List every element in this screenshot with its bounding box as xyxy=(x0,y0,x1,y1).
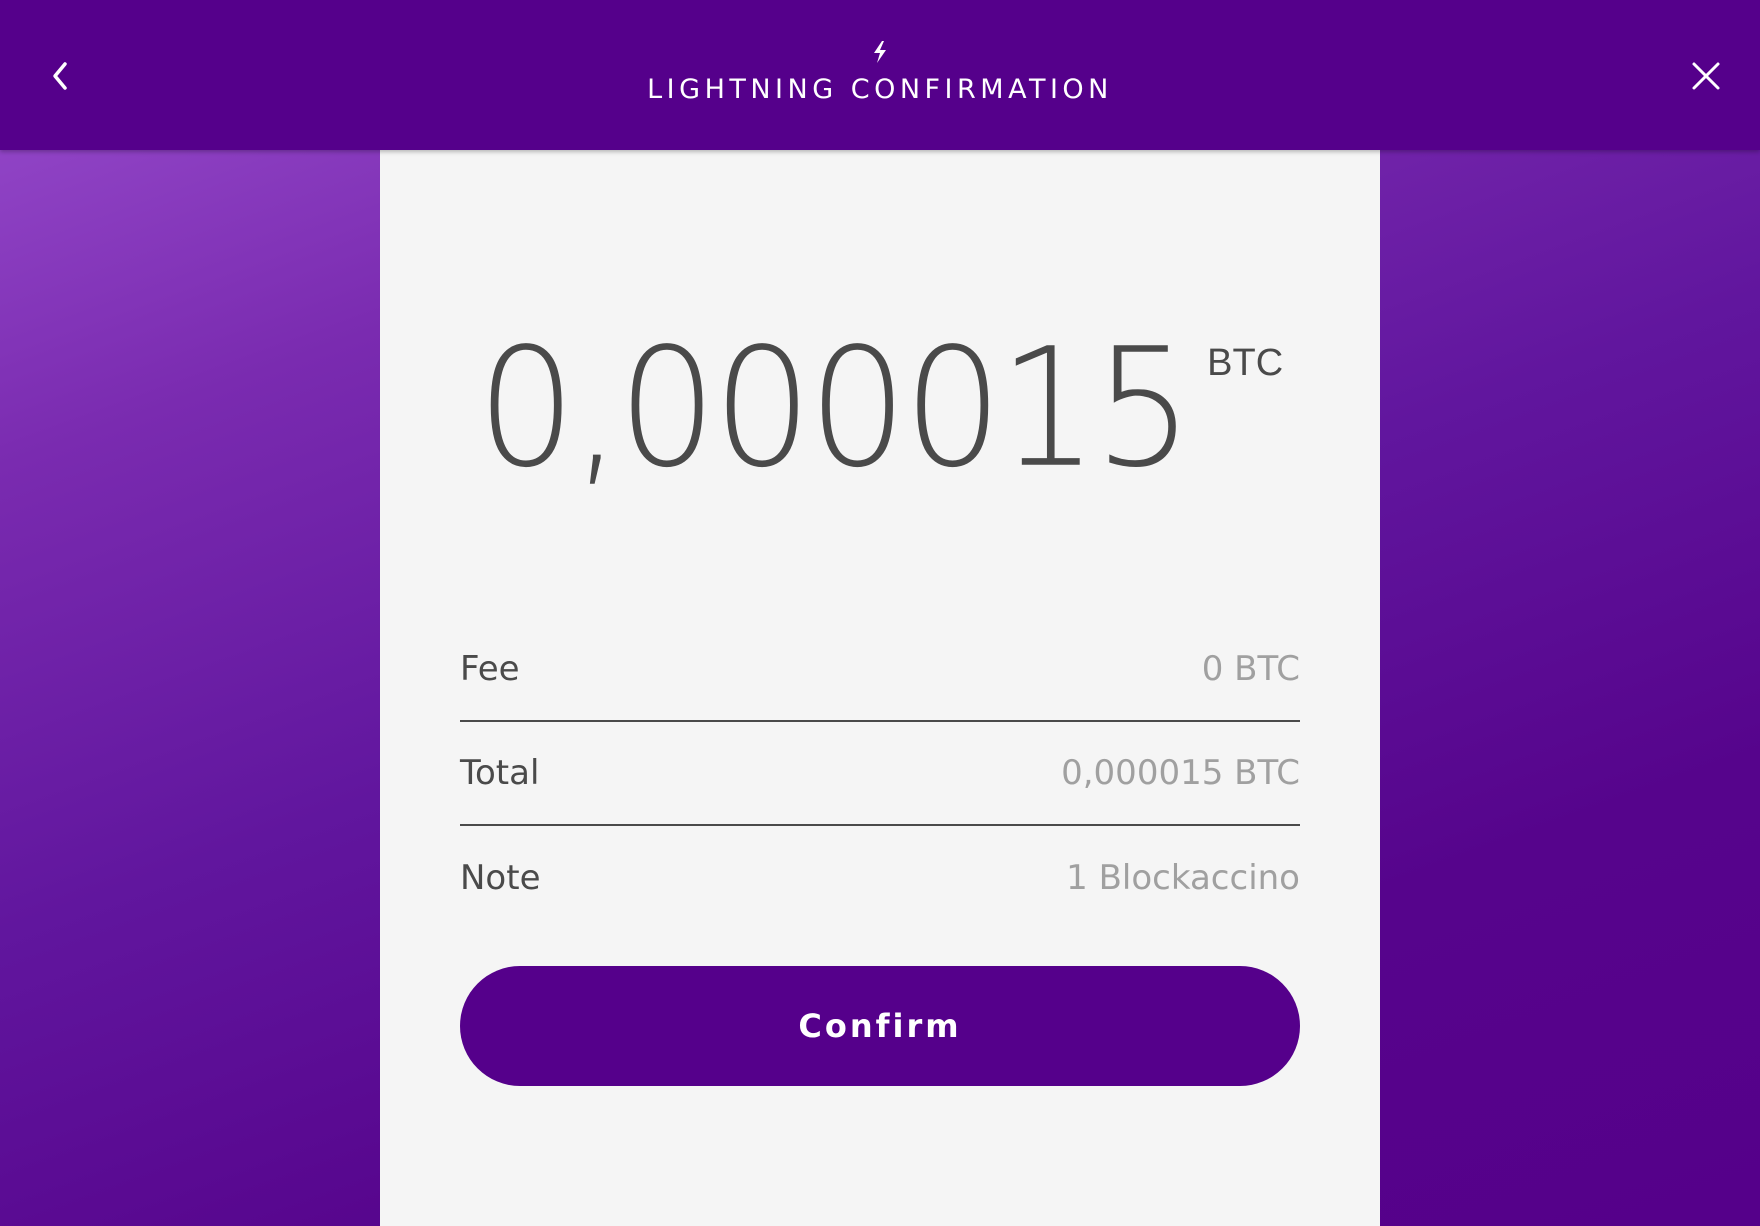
fee-value: 0 BTC xyxy=(1201,649,1300,689)
confirmation-card: 0,000015 BTC Fee 0 BTC Total 0,000015 BTC… xyxy=(380,150,1380,1226)
note-label: Note xyxy=(460,858,541,898)
amount-value: 0,000015 xyxy=(476,312,1193,504)
close-button[interactable] xyxy=(1686,56,1726,96)
total-value: 0,000015 BTC xyxy=(1061,753,1300,793)
page-title: LIGHTNING CONFIRMATION xyxy=(647,74,1113,105)
fee-row: Fee 0 BTC xyxy=(460,618,1300,722)
payment-amount: 0,000015 BTC xyxy=(380,326,1380,490)
note-value: 1 Blockaccino xyxy=(1066,858,1300,898)
note-row: Note 1 Blockaccino xyxy=(460,826,1300,930)
close-icon xyxy=(1692,62,1720,90)
total-row: Total 0,000015 BTC xyxy=(460,722,1300,826)
fee-label: Fee xyxy=(460,649,520,689)
top-bar: LIGHTNING CONFIRMATION xyxy=(0,0,1760,150)
total-label: Total xyxy=(460,753,540,793)
amount-unit: BTC xyxy=(1207,342,1284,384)
confirm-button[interactable]: Confirm xyxy=(460,966,1300,1086)
lightning-bolt-icon xyxy=(874,41,886,63)
